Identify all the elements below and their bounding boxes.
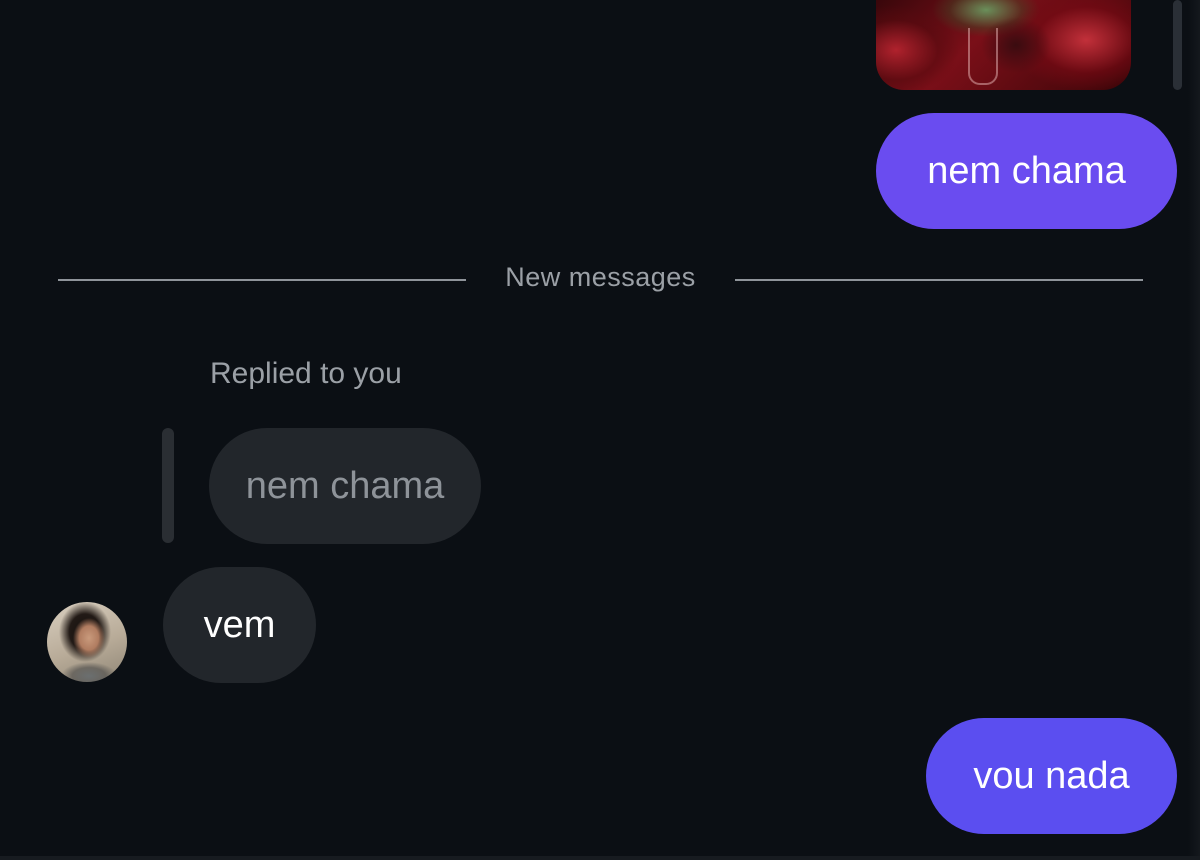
contact-avatar[interactable]	[47, 602, 127, 682]
new-messages-divider-label: New messages	[505, 262, 696, 292]
chat-thread: nem chama New messages Replied to you ne…	[0, 0, 1200, 860]
new-messages-divider-right	[735, 279, 1143, 281]
sent-photo-message[interactable]	[876, 0, 1131, 90]
sent-message-bubble[interactable]: nem chama	[876, 113, 1177, 229]
sent-message-bubble[interactable]: vou nada	[926, 718, 1177, 834]
photo-content	[968, 28, 998, 85]
reply-quote-bar	[162, 428, 174, 543]
received-message-bubble[interactable]: vem	[163, 567, 316, 683]
scrollbar-track[interactable]	[1188, 0, 1200, 860]
quoted-message-bubble[interactable]: nem chama	[209, 428, 481, 544]
composer-edge	[0, 856, 1200, 860]
scrollbar-thumb[interactable]	[1173, 0, 1182, 90]
new-messages-divider-left	[58, 279, 466, 281]
reply-caption: Replied to you	[210, 357, 402, 390]
